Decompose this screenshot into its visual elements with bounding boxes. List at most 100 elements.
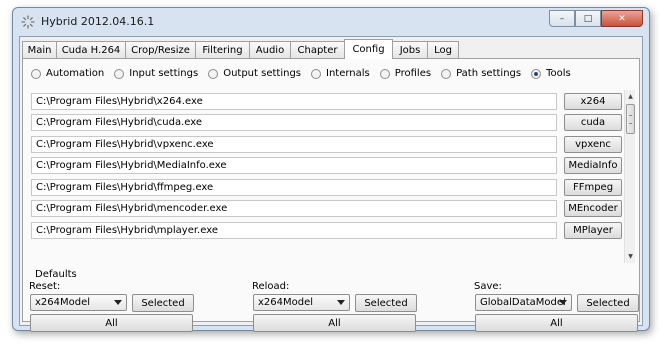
tab-filtering[interactable]: Filtering bbox=[195, 41, 250, 58]
tool-browse-button[interactable]: cuda bbox=[564, 114, 622, 131]
tool-path-field[interactable]: C:\Program Files\Hybrid\mplayer.exe bbox=[31, 222, 557, 239]
button-label: All bbox=[105, 317, 118, 329]
tab-label: Log bbox=[434, 44, 452, 56]
button-label: FFmpeg bbox=[572, 182, 614, 193]
window-title: Hybrid 2012.04.16.1 bbox=[41, 15, 155, 28]
button-label: All bbox=[328, 317, 341, 329]
button-label: All bbox=[550, 317, 563, 329]
tool-row: C:\Program Files\Hybrid\x264.exe x264 bbox=[31, 93, 622, 110]
radio-internals[interactable]: Internals bbox=[311, 68, 370, 79]
radio-label: Path settings bbox=[456, 68, 522, 79]
tool-browse-button[interactable]: x264 bbox=[564, 93, 622, 110]
close-button[interactable]: ✕ bbox=[601, 10, 643, 27]
button-label: MediaInfo bbox=[568, 160, 618, 171]
reload-label: Reload: bbox=[252, 281, 290, 292]
app-sun-icon bbox=[21, 15, 35, 29]
tab-label: Chapter bbox=[297, 44, 338, 56]
radio-icon bbox=[311, 68, 321, 79]
maximize-button[interactable]: □ bbox=[575, 10, 601, 27]
scroll-up-icon[interactable]: ▲ bbox=[625, 91, 635, 102]
title-bar[interactable]: Hybrid 2012.04.16.1 – □ ✕ bbox=[13, 8, 649, 36]
radio-profiles[interactable]: Profiles bbox=[379, 68, 432, 79]
radio-label: Automation bbox=[46, 68, 105, 79]
tool-browse-button[interactable]: vpxenc bbox=[564, 136, 622, 153]
tab-label: Crop/Resize bbox=[131, 44, 190, 56]
tool-path-field[interactable]: C:\Program Files\Hybrid\ffmpeg.exe bbox=[31, 179, 557, 196]
radio-icon bbox=[31, 68, 41, 79]
button-label: Selected bbox=[364, 297, 408, 309]
radio-automation[interactable]: Automation bbox=[31, 68, 104, 79]
radio-tools[interactable]: Tools bbox=[531, 68, 571, 79]
close-icon: ✕ bbox=[618, 13, 626, 24]
tool-row: C:\Program Files\Hybrid\mplayer.exe MPla… bbox=[31, 222, 622, 239]
reset-model-select[interactable]: x264Model bbox=[30, 294, 127, 311]
reset-label: Reset: bbox=[29, 281, 61, 292]
tab-label: Audio bbox=[255, 44, 285, 56]
radio-label: Internals bbox=[326, 68, 370, 79]
radio-icon bbox=[114, 68, 125, 79]
tool-row: C:\Program Files\Hybrid\cuda.exe cuda bbox=[31, 114, 622, 131]
radio-selected-icon bbox=[531, 68, 542, 79]
tab-jobs[interactable]: Jobs bbox=[392, 41, 428, 58]
button-label: MPlayer bbox=[573, 225, 613, 236]
tool-browse-button[interactable]: MEncoder bbox=[564, 200, 622, 217]
save-all-button[interactable]: All bbox=[475, 314, 638, 332]
save-label: Save: bbox=[474, 281, 502, 292]
save-model-select[interactable]: GlobalDataModel bbox=[475, 294, 572, 311]
save-selected-button[interactable]: Selected bbox=[577, 294, 639, 312]
minimize-button[interactable]: – bbox=[549, 10, 575, 27]
tool-row: C:\Program Files\Hybrid\ffmpeg.exe FFmpe… bbox=[31, 179, 622, 196]
tab-cuda-h264[interactable]: Cuda H.264 bbox=[56, 41, 126, 58]
config-panel: Automation Input settings Output setting… bbox=[22, 58, 640, 332]
main-tab-bar: Main Cuda H.264 Crop/Resize Filtering Au… bbox=[22, 39, 459, 59]
defaults-group: Defaults Reset: x264Model Selected All R… bbox=[23, 267, 639, 332]
config-subtabs: Automation Input settings Output setting… bbox=[31, 68, 581, 79]
select-value: x264Model bbox=[258, 297, 314, 308]
scroll-down-icon[interactable]: ▼ bbox=[625, 251, 635, 262]
tab-chapter[interactable]: Chapter bbox=[290, 41, 345, 58]
radio-label: Profiles bbox=[394, 68, 432, 79]
maximize-icon: □ bbox=[583, 13, 593, 24]
tab-log[interactable]: Log bbox=[427, 41, 459, 58]
select-value: GlobalDataModel bbox=[480, 297, 566, 308]
radio-input-settings[interactable]: Input settings bbox=[114, 68, 198, 79]
reload-model-select[interactable]: x264Model bbox=[253, 294, 350, 311]
scroll-thumb[interactable] bbox=[626, 104, 635, 134]
tool-path-field[interactable]: C:\Program Files\Hybrid\cuda.exe bbox=[31, 114, 557, 131]
button-label: x264 bbox=[580, 96, 606, 107]
tab-label: Main bbox=[27, 44, 52, 56]
chevron-down-icon bbox=[559, 300, 567, 305]
radio-output-settings[interactable]: Output settings bbox=[208, 68, 301, 79]
tab-label: Config bbox=[352, 44, 385, 55]
tool-path-field[interactable]: C:\Program Files\Hybrid\MediaInfo.exe bbox=[31, 157, 557, 174]
reload-selected-button[interactable]: Selected bbox=[355, 294, 417, 312]
vertical-scrollbar[interactable]: ▲ ▼ bbox=[624, 90, 635, 263]
radio-label: Input settings bbox=[129, 68, 199, 79]
reload-all-button[interactable]: All bbox=[253, 314, 416, 332]
tab-audio[interactable]: Audio bbox=[249, 41, 291, 58]
radio-icon bbox=[379, 68, 390, 79]
tab-label: Jobs bbox=[399, 44, 421, 56]
tool-path-field[interactable]: C:\Program Files\Hybrid\x264.exe bbox=[31, 93, 557, 110]
button-label: Selected bbox=[586, 297, 630, 309]
tool-browse-button[interactable]: MediaInfo bbox=[564, 157, 622, 174]
tab-crop-resize[interactable]: Crop/Resize bbox=[125, 41, 196, 58]
radio-label: Output settings bbox=[223, 68, 301, 79]
tool-browse-button[interactable]: FFmpeg bbox=[564, 179, 622, 196]
reset-all-button[interactable]: All bbox=[30, 314, 193, 332]
tools-list[interactable]: C:\Program Files\Hybrid\x264.exe x264 C:… bbox=[31, 90, 635, 263]
tool-row: C:\Program Files\Hybrid\MediaInfo.exe Me… bbox=[31, 157, 622, 174]
tool-path-field[interactable]: C:\Program Files\Hybrid\mencoder.exe bbox=[31, 200, 557, 217]
defaults-label: Defaults bbox=[35, 269, 77, 280]
tool-browse-button[interactable]: MPlayer bbox=[564, 222, 622, 239]
chevron-down-icon bbox=[114, 300, 122, 305]
tab-config[interactable]: Config bbox=[344, 39, 393, 59]
radio-path-settings[interactable]: Path settings bbox=[441, 68, 521, 79]
app-window: Hybrid 2012.04.16.1 – □ ✕ Main Cuda H.26… bbox=[12, 7, 650, 332]
select-value: x264Model bbox=[35, 297, 91, 308]
tool-path-field[interactable]: C:\Program Files\Hybrid\vpxenc.exe bbox=[31, 136, 557, 153]
radio-icon bbox=[441, 68, 452, 79]
reset-selected-button[interactable]: Selected bbox=[132, 294, 194, 312]
tab-main[interactable]: Main bbox=[22, 41, 57, 58]
client-area: Main Cuda H.264 Crop/Resize Filtering Au… bbox=[19, 36, 643, 332]
